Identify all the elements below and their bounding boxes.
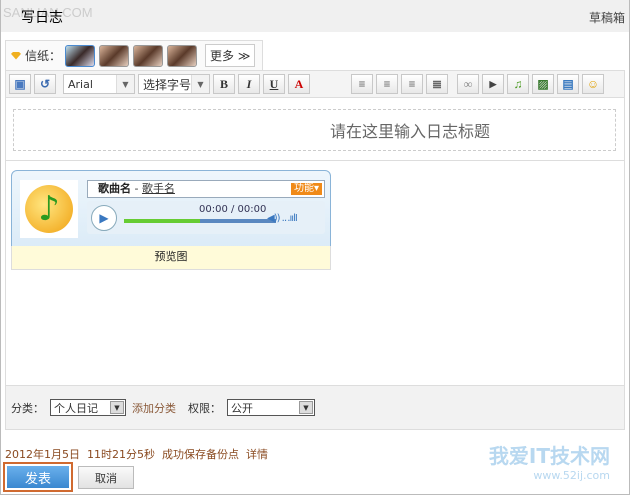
header-bar: SANLIAN.COM 写日志 草稿箱	[1, 0, 629, 32]
song-name: 歌曲名	[98, 182, 131, 195]
player-controls: ▶ 00:00 / 00:00 ◀)) .‥ıılI	[87, 201, 325, 234]
emoji-icon[interactable]: ☺	[582, 74, 604, 94]
time-display: 00:00 / 00:00	[199, 204, 267, 215]
publish-button[interactable]: 发表	[3, 462, 73, 492]
font-value: Arial	[68, 77, 93, 91]
stationery-label: 信纸：	[25, 49, 62, 63]
undo-icon[interactable]: ↺	[34, 74, 56, 94]
category-value: 个人日记	[54, 401, 98, 415]
song-separator: -	[131, 182, 142, 195]
status-message: 成功保存备份点	[162, 448, 239, 461]
stationery-thumb[interactable]	[133, 44, 164, 67]
chevron-down-icon: ▼	[299, 401, 313, 414]
progress-fill	[124, 219, 200, 223]
font-color-button[interactable]: A	[288, 74, 310, 94]
watermark-logo: 我爱IT技术网 www.52ij.com	[420, 440, 620, 495]
volume-icon[interactable]: ◀)) .‥ıılI	[267, 213, 298, 224]
chevron-down-icon: ▼	[110, 401, 124, 414]
justify-icon[interactable]: ≣	[426, 74, 448, 94]
font-size-select[interactable]: 选择字号 ▼	[138, 74, 210, 94]
song-info: 歌曲名 - 歌手名 功能▾	[87, 180, 325, 198]
options-bar: 分类： 个人日记 ▼ 添加分类 权限： 公开 ▼	[5, 386, 625, 430]
status-time: 11时21分5秒	[87, 448, 155, 461]
diamond-icon	[11, 51, 21, 60]
music-icon[interactable]: ♫	[507, 74, 529, 94]
editor-area[interactable]: 请在这里输入日志标题 ♪ 歌曲名 - 歌手名 功能▾ ▶ 00:00 / 00:…	[5, 98, 625, 386]
artist-name[interactable]: 歌手名	[142, 182, 175, 195]
cancel-button[interactable]: 取消	[78, 466, 134, 489]
video-icon[interactable]: ▶	[482, 74, 504, 94]
publish-label: 发表	[7, 466, 69, 488]
more-stationery-button[interactable]: 更多 ≫	[205, 44, 256, 67]
font-size-value: 选择字号	[143, 77, 192, 92]
details-link[interactable]: 详情	[246, 448, 268, 461]
image-icon[interactable]: ▨	[532, 74, 554, 94]
link-icon[interactable]: ∞	[457, 74, 479, 94]
drafts-link[interactable]: 草稿箱	[589, 9, 625, 26]
stationery-bar: 信纸： 更多 ≫	[5, 40, 263, 70]
music-note-icon: ♪	[25, 185, 73, 233]
title-input[interactable]: 请在这里输入日志标题	[13, 109, 616, 151]
category-select[interactable]: 个人日记 ▼	[50, 399, 126, 416]
progress-bar[interactable]	[124, 219, 276, 223]
editor-toolbar: ▣ ↺ Arial ▼ 选择字号 ▼ B I U A ≡ ≡ ≡ ≣ ∞ ▶ ♫ ▨…	[5, 70, 625, 98]
watermark-url: www.52ij.com	[533, 469, 610, 482]
stationery-thumb[interactable]	[65, 44, 96, 67]
underline-button[interactable]: U	[263, 74, 285, 94]
align-center-icon[interactable]: ≡	[376, 74, 398, 94]
function-button[interactable]: 功能▾	[290, 183, 322, 195]
chevron-down-icon: ▼	[116, 75, 134, 93]
stationery-thumb[interactable]	[167, 44, 198, 67]
preview-label: 预览图	[11, 246, 331, 270]
page-title: 写日志	[21, 10, 63, 26]
permission-label: 权限：	[188, 401, 221, 415]
music-logo: ♪	[20, 180, 78, 238]
align-left-icon[interactable]: ≡	[351, 74, 373, 94]
status-date: 2012年1月5日	[5, 448, 80, 461]
add-category-link[interactable]: 添加分类	[132, 400, 176, 416]
watermark-text: 我爱IT技术网	[488, 444, 610, 468]
save-icon[interactable]: ▣	[9, 74, 31, 94]
font-select[interactable]: Arial ▼	[63, 74, 135, 94]
align-right-icon[interactable]: ≡	[401, 74, 423, 94]
permission-value: 公开	[231, 401, 253, 415]
autosave-status: 2012年1月5日 11时21分5秒 成功保存备份点 详情	[5, 446, 268, 462]
stationery-thumb[interactable]	[99, 44, 130, 67]
screenshot-icon[interactable]: ▤	[557, 74, 579, 94]
play-icon[interactable]: ▶	[91, 205, 117, 231]
divider	[6, 160, 624, 161]
italic-button[interactable]: I	[238, 74, 260, 94]
chevron-down-icon: ▼	[191, 75, 209, 93]
permission-select[interactable]: 公开 ▼	[227, 399, 315, 416]
bold-button[interactable]: B	[213, 74, 235, 94]
category-label: 分类：	[11, 401, 44, 415]
